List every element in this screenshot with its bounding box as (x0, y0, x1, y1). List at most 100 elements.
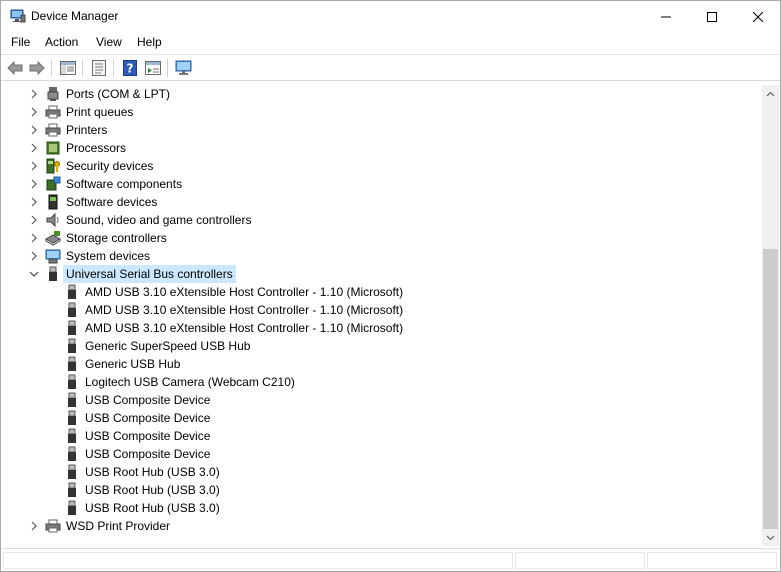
chevron-right-icon[interactable] (29, 89, 39, 99)
usb-device-label: USB Composite Device (85, 429, 211, 443)
title-bar[interactable]: Device Manager (1, 1, 780, 32)
menu-action[interactable]: Action (45, 35, 78, 49)
status-pane-main (3, 552, 513, 569)
back-button[interactable] (5, 58, 25, 78)
scroll-down-button[interactable] (762, 529, 779, 546)
tree-item-label: Ports (COM & LPT) (66, 87, 171, 101)
tree-item-label: Print queues (66, 105, 134, 119)
usb-device-item[interactable]: AMD USB 3.10 eXtensible Host Controller … (2, 301, 761, 319)
menu-view[interactable]: View (96, 35, 122, 49)
tree-item-sound-video-game[interactable]: Sound, video and game controllers (2, 211, 761, 229)
usb-device-item[interactable]: AMD USB 3.10 eXtensible Host Controller … (2, 283, 761, 301)
scan-hardware-button[interactable] (174, 58, 194, 78)
svg-text:?: ? (127, 62, 134, 76)
tree-item-usb-controllers[interactable]: Universal Serial Bus controllers (2, 265, 761, 283)
chevron-right-icon[interactable] (29, 179, 39, 189)
chevron-right-icon[interactable] (29, 125, 39, 135)
device-manager-icon (10, 9, 26, 23)
usb-device-item[interactable]: USB Composite Device (2, 409, 761, 427)
tree-item-storage-controllers[interactable]: Storage controllers (2, 229, 761, 247)
chevron-right-icon[interactable] (29, 521, 39, 531)
status-pane-secondary (515, 552, 645, 569)
security-device-icon (46, 158, 60, 174)
help-button[interactable]: ? (120, 58, 140, 78)
usb-device-label: USB Composite Device (85, 411, 211, 425)
tree-item-processors[interactable]: Processors (2, 139, 761, 157)
chevron-right-icon[interactable] (29, 215, 39, 225)
show-hide-console-tree-icon (60, 61, 76, 75)
usb-device-item[interactable]: USB Root Hub (USB 3.0) (2, 463, 761, 481)
menu-bar: File Action View Help (1, 32, 780, 54)
usb-connector-icon (68, 338, 76, 353)
minimize-button[interactable] (643, 1, 689, 32)
tree-item-system-devices[interactable]: System devices (2, 247, 761, 265)
chevron-right-icon[interactable] (29, 161, 39, 171)
tree-item-label: Processors (66, 141, 127, 155)
vertical-scrollbar[interactable] (762, 85, 779, 546)
maximize-button[interactable] (689, 1, 735, 32)
tree-item-label: Storage controllers (66, 231, 167, 245)
chevron-right-icon[interactable] (29, 143, 39, 153)
usb-device-item[interactable]: Generic SuperSpeed USB Hub (2, 337, 761, 355)
chevron-down-icon[interactable] (29, 269, 39, 279)
menu-file[interactable]: File (11, 35, 30, 49)
usb-device-item[interactable]: USB Composite Device (2, 427, 761, 445)
usb-device-item[interactable]: USB Composite Device (2, 391, 761, 409)
scroll-up-button[interactable] (762, 85, 779, 102)
tree-item-print-queues[interactable]: Print queues (2, 103, 761, 121)
run-action-button[interactable] (143, 58, 163, 78)
usb-device-item[interactable]: USB Composite Device (2, 445, 761, 463)
usb-device-item[interactable]: AMD USB 3.10 eXtensible Host Controller … (2, 319, 761, 337)
usb-device-label: Logitech USB Camera (Webcam C210) (85, 375, 295, 389)
chevron-up-icon (766, 91, 775, 96)
chevron-right-icon[interactable] (29, 233, 39, 243)
toolbar-separator (51, 59, 52, 77)
tree-item-label: Sound, video and game controllers (66, 213, 252, 227)
toolbar-separator (82, 59, 83, 77)
usb-device-item[interactable]: USB Root Hub (USB 3.0) (2, 499, 761, 517)
tree-item-security-devices[interactable]: Security devices (2, 157, 761, 175)
chevron-right-icon[interactable] (29, 197, 39, 207)
usb-device-item[interactable]: Generic USB Hub (2, 355, 761, 373)
usb-device-item[interactable]: Logitech USB Camera (Webcam C210) (2, 373, 761, 391)
usb-device-label: AMD USB 3.10 eXtensible Host Controller … (85, 321, 404, 335)
status-bar (1, 548, 780, 571)
usb-device-label: USB Composite Device (85, 447, 211, 461)
back-arrow-icon (7, 61, 23, 75)
usb-device-label: USB Composite Device (85, 393, 211, 407)
tree-item-wsd-print-provider[interactable]: WSD Print Provider (2, 517, 761, 535)
forward-button[interactable] (27, 58, 47, 78)
tree-item-label: Software components (66, 177, 183, 191)
usb-connector-icon (68, 320, 76, 335)
tree-item-software-components[interactable]: Software components (2, 175, 761, 193)
tree-item-printers[interactable]: Printers (2, 121, 761, 139)
usb-device-item[interactable]: USB Root Hub (USB 3.0) (2, 481, 761, 499)
chevron-right-icon[interactable] (29, 107, 39, 117)
maximize-icon (707, 11, 717, 22)
menu-help[interactable]: Help (137, 35, 162, 49)
usb-connector-icon (68, 302, 76, 317)
properties-button[interactable] (89, 58, 109, 78)
chevron-down-icon (766, 535, 775, 540)
printer-icon (45, 123, 61, 137)
scan-hardware-icon (175, 60, 192, 75)
storage-controller-icon (45, 231, 61, 246)
properties-icon (92, 60, 106, 76)
tree-item-ports[interactable]: Ports (COM & LPT) (2, 85, 761, 103)
printer-icon (45, 519, 61, 533)
tree-item-software-devices[interactable]: Software devices (2, 193, 761, 211)
close-button[interactable] (735, 1, 781, 32)
scroll-thumb[interactable] (763, 249, 778, 529)
usb-device-label: AMD USB 3.10 eXtensible Host Controller … (85, 303, 404, 317)
tree-item-label: Security devices (66, 159, 154, 173)
chevron-right-icon[interactable] (29, 251, 39, 261)
tree-item-label-selected: Universal Serial Bus controllers (63, 265, 236, 283)
usb-connector-icon (68, 446, 76, 461)
usb-connector-icon (68, 464, 76, 479)
show-hide-console-tree-button[interactable] (58, 58, 78, 78)
tree-item-label: Printers (66, 123, 108, 137)
printer-icon (45, 105, 61, 119)
tree-item-label: WSD Print Provider (66, 519, 171, 533)
usb-connector-icon (68, 392, 76, 407)
device-tree[interactable]: Ports (COM & LPT) Print queues Printers … (2, 85, 761, 546)
